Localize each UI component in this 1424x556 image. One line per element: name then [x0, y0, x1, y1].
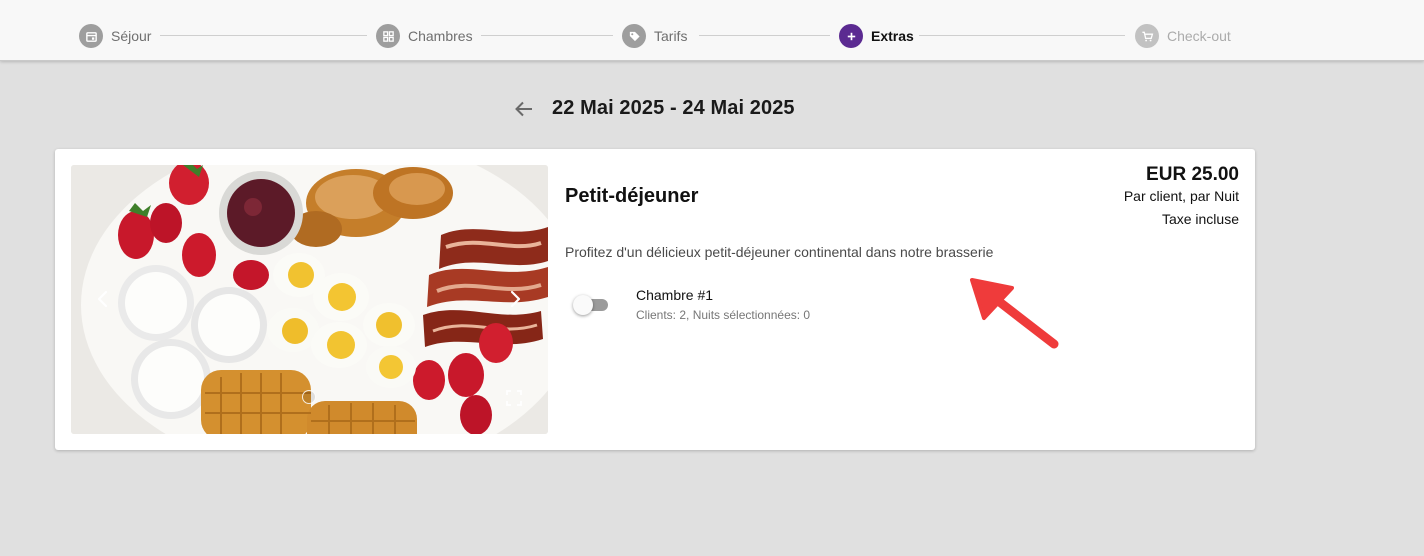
- gallery-dot[interactable]: [302, 390, 316, 404]
- extra-description: Profitez d'un délicieux petit-déjeuner c…: [565, 244, 994, 260]
- image-gallery[interactable]: [71, 165, 548, 434]
- extra-title: Petit-déjeuner: [565, 185, 699, 207]
- step-extras[interactable]: Extras: [839, 24, 914, 48]
- plus-icon: [839, 24, 863, 48]
- step-label: Check-out: [1167, 28, 1231, 44]
- grid-icon: [376, 24, 400, 48]
- tag-icon: [622, 24, 646, 48]
- price-unit: Par client, par Nuit: [1123, 188, 1239, 204]
- cart-icon: [1135, 24, 1159, 48]
- step-connector: [481, 35, 613, 36]
- step-label: Tarifs: [654, 28, 688, 44]
- date-range-title: 22 Mai 2025 - 24 Mai 2025: [552, 97, 795, 119]
- tax-label: Taxe incluse: [1161, 211, 1239, 227]
- step-connector: [699, 35, 830, 36]
- step-label: Extras: [871, 28, 914, 44]
- step-label: Chambres: [408, 28, 473, 44]
- room-toggle[interactable]: [573, 294, 609, 316]
- step-label: Séjour: [111, 28, 152, 44]
- chevron-left-icon[interactable]: [93, 287, 113, 311]
- back-arrow-icon[interactable]: [513, 98, 535, 120]
- step-tarifs[interactable]: Tarifs: [622, 24, 687, 48]
- chevron-right-icon[interactable]: [505, 287, 525, 311]
- step-checkout[interactable]: Check-out: [1135, 24, 1231, 48]
- step-connector: [160, 35, 367, 36]
- room-info: Clients: 2, Nuits sélectionnées: 0: [636, 308, 811, 322]
- fullscreen-icon[interactable]: [505, 389, 523, 407]
- extra-price: EUR 25.00: [1146, 164, 1239, 185]
- room-name: Chambre #1: [636, 287, 714, 303]
- checkout-stepper: Séjour Chambres Tarifs Extras Check-out: [0, 0, 1424, 61]
- extra-card: Petit-déjeuner EUR 25.00 Par client, par…: [55, 149, 1255, 450]
- toggle-thumb: [573, 295, 593, 315]
- step-chambres[interactable]: Chambres: [376, 24, 473, 48]
- step-connector: [919, 35, 1125, 36]
- step-sejour[interactable]: Séjour: [79, 24, 151, 48]
- calendar-icon: [79, 24, 103, 48]
